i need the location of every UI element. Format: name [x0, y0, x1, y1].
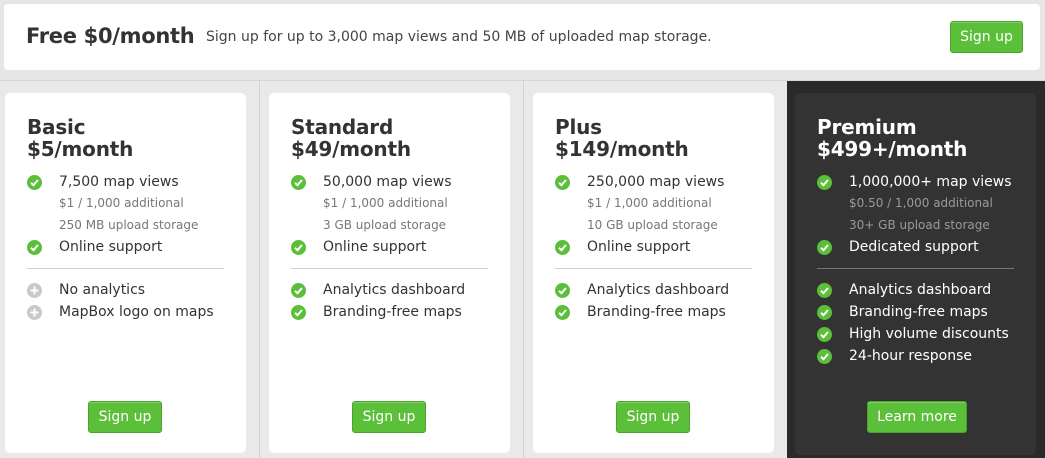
upload-storage: 3 GB upload storage [323, 218, 447, 232]
feature-divider [555, 268, 752, 269]
check-icon [817, 327, 832, 342]
additional-price: $0.50 / 1,000 additional [849, 196, 993, 210]
plan-price: $149/month [555, 137, 689, 161]
feature-label: Online support [59, 239, 163, 255]
plan-price: $499+/month [817, 137, 968, 161]
feature-label: Analytics dashboard [849, 282, 992, 298]
plus-icon [27, 283, 42, 298]
premium-learn-more-button[interactable]: Learn more [867, 401, 967, 433]
feature-label: Branding-free maps [587, 304, 726, 320]
feature-label: No analytics [59, 282, 146, 298]
plus-signup-button[interactable]: Sign up [616, 401, 690, 433]
feature-label: High volume discounts [849, 326, 1009, 342]
free-plan-bar: Free $0/month Sign up for up to 3,000 ma… [4, 4, 1040, 70]
feature-label: 250,000 map views [587, 174, 725, 190]
additional-price: $1 / 1,000 additional [587, 196, 712, 210]
check-icon [27, 175, 42, 190]
additional-price: $1 / 1,000 additional [323, 196, 448, 210]
feature-label: Dedicated support [849, 239, 979, 255]
check-icon [27, 240, 42, 255]
additional-price: $1 / 1,000 additional [59, 196, 184, 210]
plan-name: Premium [817, 115, 917, 139]
check-icon [817, 283, 832, 298]
standard-signup-button[interactable]: Sign up [352, 401, 426, 433]
feature-label: Branding-free maps [323, 304, 462, 320]
plan-name: Basic [27, 115, 86, 139]
feature-divider [291, 268, 488, 269]
free-signup-button[interactable]: Sign up [950, 21, 1023, 53]
check-icon [817, 305, 832, 320]
feature-label: Online support [587, 239, 691, 255]
check-icon [817, 175, 832, 190]
plus-icon [27, 305, 42, 320]
plan-price: $5/month [27, 137, 134, 161]
feature-divider [817, 268, 1014, 269]
plan-card-premium: Premium $499+/month 1,000,000+ map views… [795, 93, 1036, 455]
check-icon [555, 283, 570, 298]
plan-name: Plus [555, 115, 602, 139]
upload-storage: 250 MB upload storage [59, 218, 199, 232]
plan-divider [259, 81, 260, 458]
premium-panel: Premium $499+/month 1,000,000+ map views… [787, 81, 1045, 458]
plan-card-standard: Standard $49/month 50,000 map views $1 /… [269, 93, 510, 453]
feature-label: 50,000 map views [323, 174, 452, 190]
check-icon [817, 349, 832, 364]
upload-storage: 30+ GB upload storage [849, 218, 990, 232]
feature-label: 1,000,000+ map views [849, 174, 1012, 190]
feature-label: 24-hour response [849, 348, 972, 364]
check-icon [291, 283, 306, 298]
free-plan-description: Sign up for up to 3,000 map views and 50… [206, 29, 712, 45]
feature-divider [27, 268, 224, 269]
feature-label: MapBox logo on maps [59, 304, 214, 320]
check-icon [291, 305, 306, 320]
check-icon [817, 240, 832, 255]
plan-card-plus: Plus $149/month 250,000 map views $1 / 1… [533, 93, 774, 453]
feature-label: Analytics dashboard [323, 282, 466, 298]
check-icon [291, 240, 306, 255]
feature-label: Online support [323, 239, 427, 255]
plan-card-basic: Basic $5/month 7,500 map views $1 / 1,00… [5, 93, 246, 453]
free-plan-title: Free $0/month [26, 24, 195, 48]
feature-label: Analytics dashboard [587, 282, 730, 298]
upload-storage: 10 GB upload storage [587, 218, 718, 232]
check-icon [555, 240, 570, 255]
plan-divider [523, 81, 524, 458]
plan-name: Standard [291, 115, 394, 139]
check-icon [555, 305, 570, 320]
feature-label: Branding-free maps [849, 304, 988, 320]
plan-price: $49/month [291, 137, 411, 161]
check-icon [555, 175, 570, 190]
check-icon [291, 175, 306, 190]
plans-section: Basic $5/month 7,500 map views $1 / 1,00… [0, 80, 1045, 458]
basic-signup-button[interactable]: Sign up [88, 401, 162, 433]
feature-label: 7,500 map views [59, 174, 179, 190]
